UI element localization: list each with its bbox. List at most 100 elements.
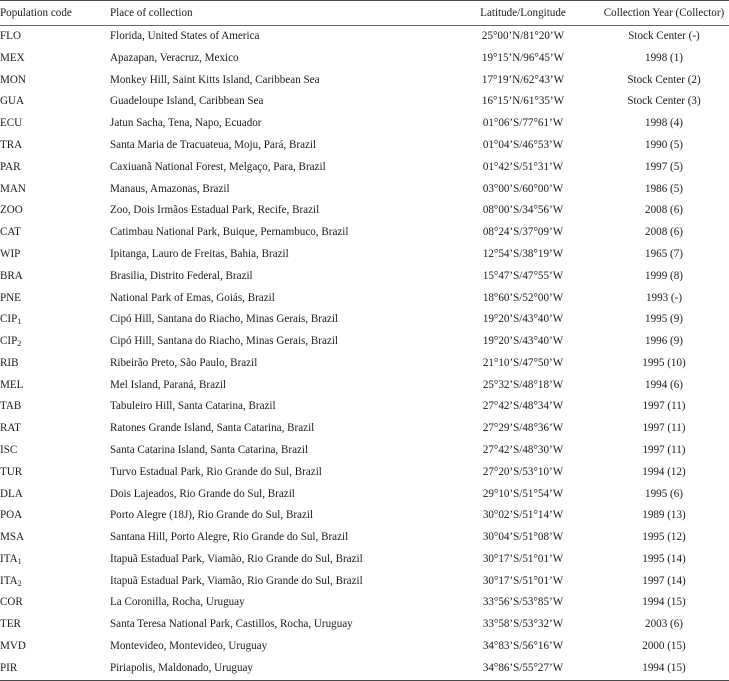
cell-population-code: TRA	[0, 139, 23, 152]
cell-place-of-collection: Guadeloupe Island, Caribbean Sea	[110, 95, 264, 108]
cell-population-code: CIP1	[0, 313, 22, 327]
cell-place-of-collection: Tabuleiro Hill, Santa Catarina, Brazil	[110, 400, 276, 413]
table-row: RAT Ratones Grande Island, Santa Catarina…	[0, 418, 729, 440]
cell-latitude-longitude: 03°00’S/60°00’W	[482, 182, 564, 195]
table-row: ECU Jatun Sacha, Tena, Napo, Ecuador 01°06…	[0, 113, 729, 135]
cell-place-of-collection: Santana Hill, Porto Alegre, Rio Grande d…	[110, 531, 349, 544]
cell-place-of-collection: Jatun Sacha, Tena, Napo, Ecuador	[110, 117, 262, 130]
cell-collection-year: 1997 (11)	[642, 443, 686, 456]
cell-collection-year: 2000 (15)	[642, 640, 686, 652]
column-header-place-of-collection: Place of collection	[110, 0, 447, 26]
cell-collection-year: Stock Center (2)	[627, 73, 701, 86]
cell-place-of-collection: Montevideo, Montevideo, Uruguay	[110, 640, 268, 652]
cell-collection-year: 1990 (5)	[645, 139, 683, 152]
cell-population-code: DLA	[0, 487, 23, 500]
cell-place-of-collection: Catimbau National Park, Buique, Pernambu…	[110, 226, 349, 239]
cell-population-code: GUA	[0, 95, 25, 108]
table-row: TER Santa Teresa National Park, Castillos…	[0, 614, 729, 636]
cell-place-of-collection: Ipitanga, Lauro de Freitas, Bahia, Brazi…	[110, 247, 289, 260]
cell-population-code: ECU	[0, 117, 23, 130]
cell-latitude-longitude: 30°04’S/51°08’W	[482, 531, 564, 544]
cell-latitude-longitude: 01°42’S/51°31’W	[482, 160, 564, 173]
cell-latitude-longitude: 17°19’N/62°43’W	[481, 73, 565, 86]
cell-collection-year: 1989 (13)	[642, 509, 686, 522]
cell-collection-year: 1994 (12)	[642, 465, 686, 478]
cell-latitude-longitude: 08°24’S/37°09’W	[482, 226, 564, 239]
table-row: ITA1 Itapuã Estadual Park, Viamão, Rio Gr…	[0, 549, 729, 571]
cell-place-of-collection: Zoo, Dois Irmãos Estadual Park, Recife, …	[110, 204, 320, 217]
table-row: TRA Santa Maria de Tracuateua, Moju, Pará…	[0, 135, 729, 157]
cell-place-of-collection: Monkey Hill, Saint Kitts Island, Caribbe…	[110, 73, 320, 86]
table-header: Population code Place of collection Lati…	[0, 0, 729, 26]
cell-place-of-collection: Caxiuanã National Forest, Melgaço, Para,…	[110, 160, 326, 173]
population-code-subscript: 1	[17, 317, 22, 327]
cell-population-code: WIP	[0, 247, 21, 260]
table-row: BRA Brasilia, Distrito Federal, Brazil 15°…	[0, 265, 729, 287]
cell-latitude-longitude: 34°83’S/56°16’W	[482, 640, 564, 652]
cell-place-of-collection: Brasilia, Distrito Federal, Brazil	[110, 269, 253, 282]
cell-collection-year: 1997 (5)	[645, 160, 683, 173]
cell-collection-year: 1986 (5)	[645, 182, 683, 195]
table-row: MON Monkey Hill, Saint Kitts Island, Cari…	[0, 69, 729, 91]
cell-population-code: ITA1	[0, 552, 22, 566]
table-row: TUR Turvo Estadual Park, Rio Grande do Su…	[0, 461, 729, 483]
cell-place-of-collection: National Park of Emas, Goiás, Brazil	[110, 291, 275, 304]
cell-collection-year: 1994 (6)	[645, 378, 683, 391]
table-row: CIP1 Cipó Hill, Santana do Riacho, Minas …	[0, 309, 729, 331]
cell-latitude-longitude: 16°15’N/61°35’W	[481, 95, 565, 108]
table-row: PIR Piriapolis, Maldonado, Uruguay 34°86’S…	[0, 657, 729, 681]
cell-latitude-longitude: 27°20’S/53°10’W	[482, 465, 564, 478]
cell-latitude-longitude: 15°47’S/47°55’W	[482, 269, 564, 282]
cell-place-of-collection: Manaus, Amazonas, Brazil	[110, 182, 230, 195]
cell-place-of-collection: Cipó Hill, Santana do Riacho, Minas Gera…	[110, 335, 338, 348]
cell-latitude-longitude: 19°20’S/43°40’W	[482, 335, 564, 348]
cell-latitude-longitude: 12°54’S/38°19’W	[482, 247, 564, 260]
table-row: PNE National Park of Emas, Goiás, Brazil 1…	[0, 287, 729, 309]
table-row: MSA Santana Hill, Porto Alegre, Rio Grand…	[0, 527, 729, 549]
cell-place-of-collection: La Coronilla, Rocha, Uruguay	[110, 596, 245, 609]
table-row: DLA Dois Lajeados, Rio Grande do Sul, Bra…	[0, 483, 729, 505]
table-row: PAR Caxiuanã National Forest, Melgaço, Pa…	[0, 156, 729, 178]
cell-latitude-longitude: 27°42’S/48°30’W	[482, 443, 564, 456]
cell-place-of-collection: Itapuã Estadual Park, Viamão, Rio Grande…	[110, 552, 363, 565]
cell-population-code: TUR	[0, 465, 23, 478]
cell-population-code: MAN	[0, 182, 26, 195]
table-header-row: Population code Place of collection Lati…	[0, 0, 729, 26]
table-row: COR La Coronilla, Rocha, Uruguay 33°56’S/5…	[0, 592, 729, 614]
cell-collection-year: 1995 (14)	[642, 552, 686, 565]
cell-collection-year: 1965 (7)	[645, 247, 683, 260]
cell-population-code: ZOO	[0, 204, 23, 217]
cell-collection-year: 1995 (6)	[645, 487, 683, 500]
cell-latitude-longitude: 30°02’S/51°14’W	[482, 509, 564, 522]
cell-collection-year: 1993 (-)	[645, 291, 683, 304]
cell-population-code: TAB	[0, 400, 22, 413]
cell-latitude-longitude: 33°58’S/53°32’W	[482, 618, 564, 631]
cell-latitude-longitude: 30°17’S/51°01’W	[482, 574, 564, 587]
table-container: Population code Place of collection Lati…	[0, 0, 729, 681]
cell-place-of-collection: Florida, United States of America	[110, 30, 260, 43]
cell-place-of-collection: Apazapan, Veracruz, Mexico	[110, 51, 239, 64]
cell-place-of-collection: Turvo Estadual Park, Rio Grande do Sul, …	[110, 465, 322, 478]
table-row: TAB Tabuleiro Hill, Santa Catarina, Brazi…	[0, 396, 729, 418]
table-row: GUA Guadeloupe Island, Caribbean Sea 16°15…	[0, 91, 729, 113]
cell-latitude-longitude: 27°29’S/48°36’W	[482, 422, 564, 435]
cell-collection-year: 1995 (10)	[642, 356, 686, 369]
cell-latitude-longitude: 29°10’S/51°54’W	[482, 487, 564, 500]
cell-population-code: MVD	[0, 640, 26, 652]
cell-population-code: MEL	[0, 378, 24, 391]
cell-latitude-longitude: 21°10’S/47°50’W	[482, 356, 564, 369]
cell-latitude-longitude: 01°04’S/46°53’W	[482, 139, 564, 152]
population-collection-table: Population code Place of collection Lati…	[0, 0, 729, 681]
cell-population-code: FLO	[0, 30, 21, 43]
table-row: FLO Florida, United States of America 25°0…	[0, 25, 729, 47]
cell-collection-year: 2008 (6)	[645, 226, 683, 239]
cell-latitude-longitude: 18°60’S/52°00’W	[482, 291, 564, 304]
cell-place-of-collection: Dois Lajeados, Rio Grande do Sul, Brazil	[110, 487, 295, 500]
table-row: MVD Montevideo, Montevideo, Uruguay 34°83’…	[0, 636, 729, 658]
population-code-subscript: 2	[17, 578, 22, 588]
table-row: ITA2 Itapuã Estadual Park, Viamão, Rio Gr…	[0, 570, 729, 592]
table-row: RIB Ribeirão Preto, São Paulo, Brazil 21°1…	[0, 353, 729, 375]
cell-place-of-collection: Porto Alegre (18J), Rio Grande do Sul, B…	[110, 509, 314, 522]
cell-population-code: PNE	[0, 291, 21, 304]
cell-collection-year: 1998 (4)	[645, 117, 683, 130]
